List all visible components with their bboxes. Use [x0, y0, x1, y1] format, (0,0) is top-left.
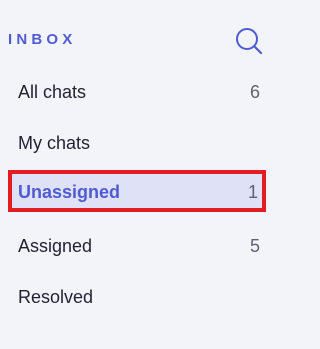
nav-item-label: Assigned: [18, 236, 93, 256]
nav-item-count: 1: [247, 182, 258, 202]
inbox-header: INBOX: [0, 20, 282, 60]
search-icon: [236, 28, 263, 55]
nav-item-count: 5: [249, 236, 260, 256]
nav-item-count: 6: [249, 82, 260, 102]
nav-item-label: All chats: [18, 82, 87, 102]
search-button[interactable]: [234, 26, 264, 56]
nav-item-resolved[interactable]: Resolved: [0, 275, 282, 319]
nav-item-assigned[interactable]: Assigned 5: [0, 224, 282, 268]
nav-item-all-chats[interactable]: All chats 6: [0, 70, 282, 114]
nav-item-label: Unassigned: [18, 182, 121, 202]
inbox-title: INBOX: [8, 31, 77, 48]
nav-item-label: My chats: [18, 133, 91, 153]
nav-item-unassigned[interactable]: Unassigned 1: [8, 170, 266, 212]
nav-item-label: Resolved: [18, 287, 94, 307]
nav-item-my-chats[interactable]: My chats: [0, 121, 282, 165]
inbox-panel: INBOX All chats 6 My chats Unassigned 1 …: [0, 0, 282, 349]
